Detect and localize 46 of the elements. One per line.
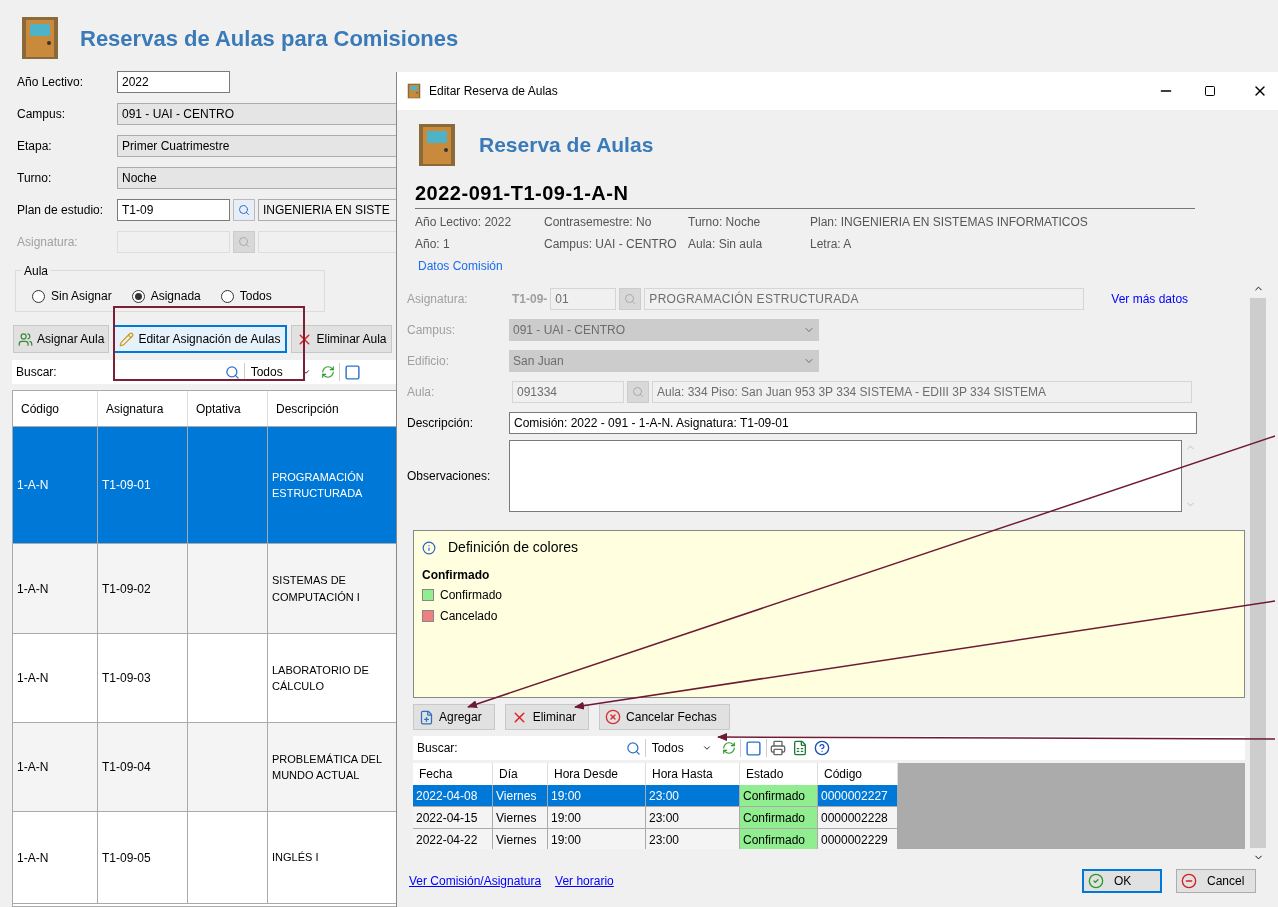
table-cell: 1-A-N	[13, 634, 98, 722]
description-field: PROGRAMACIÓN ESTRUCTURADA	[644, 287, 1085, 310]
info-text: Turno: Noche	[688, 214, 762, 231]
info-text: Aula: Sin aula	[688, 236, 764, 253]
field-label: Campus:	[17, 106, 67, 123]
info-text: Plan: INGENIERIA EN SISTEMAS INFORMATICOS	[810, 214, 1089, 231]
reservation-code: 2022-091-T1-09-1-A-N	[415, 178, 1195, 209]
legend-title: Definición de colores	[448, 538, 578, 557]
field-label: Plan de estudio:	[17, 202, 105, 219]
field-label: Año Lectivo:	[17, 74, 85, 91]
table-cell: 1-A-N	[13, 812, 98, 903]
info-text: Contrasemestre: No	[544, 214, 653, 231]
table-cell: T1-09-04	[98, 723, 188, 811]
field-label: Asignatura:	[407, 290, 469, 308]
grid-cell: Confirmado	[740, 785, 818, 807]
description-field: Aula: 334 Piso: San Juan 953 3P 334 SISTEMA - EDIII 3P 334 SISTEMA	[652, 380, 1192, 403]
field-label: Campus:	[407, 321, 457, 339]
table-cell: 1-A-N	[13, 544, 98, 633]
grid-cell: Confirmado	[740, 829, 818, 849]
grid-cell: Viernes	[493, 829, 548, 849]
dialog-heading: Reserva de Aulas	[479, 132, 654, 159]
dialog-title: Editar Reserva de Aulas	[429, 83, 559, 100]
search-label: Buscar:	[15, 364, 58, 381]
legend-item: Confirmado	[440, 586, 503, 604]
grid-cell: 0000002229	[818, 829, 898, 849]
code-prefix: T1-09-	[512, 290, 548, 308]
legend-item: Cancelado	[440, 607, 498, 625]
info-text: Campus: UAI - CENTRO	[544, 236, 678, 253]
field-label: Turno:	[17, 170, 53, 187]
field-label: Asignatura:	[17, 234, 79, 251]
grid-cell: Confirmado	[740, 807, 818, 829]
field-label: Edificio:	[407, 352, 451, 370]
grid-cell: 2022-04-22	[413, 829, 493, 849]
window-title: Reservas de Aulas para Comisiones	[80, 24, 459, 53]
grid-cell: 19:00	[548, 829, 646, 849]
search-label: Buscar:	[416, 740, 459, 757]
table-cell: 1-A-N	[13, 427, 98, 543]
table-cell: 1-A-N	[13, 723, 98, 811]
field-label: Etapa:	[17, 138, 53, 155]
table-cell: T1-09-01	[98, 427, 188, 543]
table-cell: T1-09-05	[98, 812, 188, 903]
table-cell: T1-09-03	[98, 634, 188, 722]
info-text: Año: 1	[415, 236, 451, 253]
table-cell: T1-09-02	[98, 544, 188, 633]
info-text: Letra: A	[810, 236, 853, 253]
legend-group: Confirmado	[422, 566, 1236, 584]
